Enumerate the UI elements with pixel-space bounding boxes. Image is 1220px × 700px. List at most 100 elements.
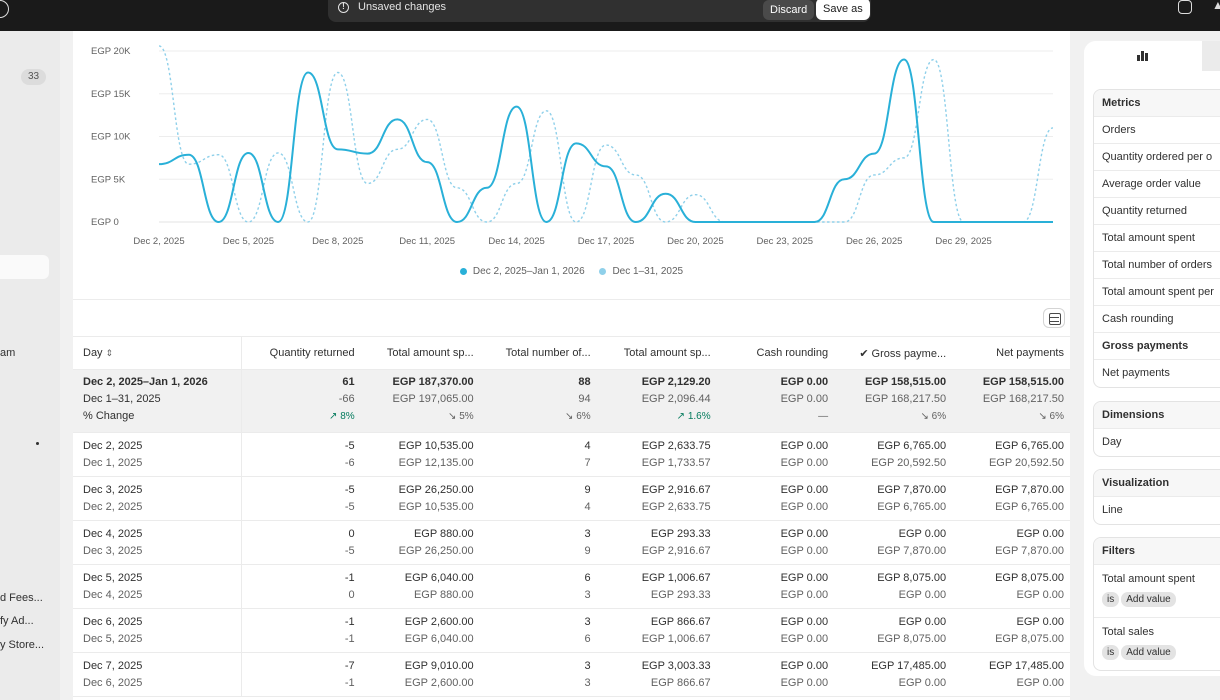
current-value: EGP 6,040.00: [404, 572, 474, 584]
current-value: EGP 8,075.00: [877, 572, 947, 584]
filter-name[interactable]: Total sales: [1102, 624, 1220, 640]
cell-total-number-orders: 63: [479, 564, 597, 609]
sidebar-item-ads[interactable]: fy Ad...: [0, 615, 34, 627]
current-value: EGP 17,485.00: [988, 660, 1064, 672]
previous-value: EGP 0.00: [780, 501, 829, 513]
metric-item[interactable]: Cash rounding: [1094, 306, 1220, 333]
metric-item[interactable]: Net payments: [1094, 360, 1220, 387]
store-logo-icon[interactable]: [0, 0, 9, 18]
metric-item[interactable]: Quantity returned: [1094, 198, 1220, 225]
previous-value: 4: [584, 501, 591, 513]
account-avatar-icon[interactable]: [1178, 0, 1192, 14]
cell-total-amount-spent-per: EGP 2,633.75 EGP 1,733.57: [596, 432, 717, 477]
cell-net-payments: EGP 17,485.00 EGP 0.00: [952, 652, 1070, 697]
cell-quantity-returned: -1 -1: [241, 608, 361, 653]
table-row[interactable]: Dec 7, 2025 Dec 6, 2025 -7 -1 EGP 9,010.00 EG…: [73, 652, 1070, 697]
current-value: EGP 6,765.00: [995, 440, 1064, 452]
current-value: -5: [344, 440, 355, 452]
add-value-button[interactable]: Add value: [1121, 592, 1176, 607]
cell-net-payments: EGP 8,075.00 EGP 0.00: [952, 564, 1070, 609]
table-row[interactable]: Dec 5, 2025 Dec 4, 2025 -1 0 EGP 6,040.00 EGP…: [73, 564, 1070, 609]
column-header-cash-rounding[interactable]: Cash rounding: [716, 336, 835, 370]
summary-cell-net-payments: EGP 158,515.00 EGP 168,217.50 ↘ 6%: [952, 369, 1070, 433]
previous-value: -5: [344, 501, 355, 513]
cell-net-payments: EGP 7,870.00 EGP 6,765.00: [952, 476, 1070, 521]
current-value: Dec 3, 2025: [83, 484, 143, 496]
previous-value: EGP 866.67: [650, 677, 711, 689]
cell-net-payments: EGP 0.00 EGP 8,075.00: [952, 608, 1070, 653]
cell-quantity-returned: -1 0: [241, 564, 361, 609]
visualization-title: Visualization: [1094, 470, 1220, 497]
x-tick-label: Dec 14, 2025: [488, 236, 545, 247]
metric-item[interactable]: Total amount spent per: [1094, 279, 1220, 306]
dimension-item-day[interactable]: Day: [1094, 429, 1220, 456]
filter-name[interactable]: Total amount spent: [1102, 571, 1220, 587]
metric-item[interactable]: Quantity ordered per o: [1094, 144, 1220, 171]
cell-total-amount-spent: EGP 9,010.00 EGP 2,600.00: [360, 652, 480, 697]
summary-cell-quantity-returned: 61 -66 ↗ 8%: [241, 369, 361, 433]
legend-item-current[interactable]: Dec 2, 2025–Jan 1, 2026: [459, 266, 585, 277]
table-row[interactable]: Dec 4, 2025 Dec 3, 2025 0 -5 EGP 880.00 EGP 2…: [73, 520, 1070, 565]
sidebar-item-analytics[interactable]: [0, 255, 49, 279]
filter-item: Total sales is Add value: [1094, 618, 1220, 670]
current-value: EGP 8,075.00: [995, 572, 1064, 584]
previous-value: -6: [344, 457, 355, 469]
current-value: EGP 0.00: [1016, 616, 1065, 628]
visualization-type-select[interactable]: Line: [1094, 497, 1220, 524]
previous-value: 6: [584, 633, 591, 645]
table-row[interactable]: Dec 6, 2025 Dec 5, 2025 -1 -1 EGP 2,600.00 EG…: [73, 608, 1070, 653]
column-header-day[interactable]: Day ⇕: [73, 336, 243, 370]
cell-net-payments: EGP 0.00 EGP 7,870.00: [952, 520, 1070, 565]
cell-total-amount-spent-per: EGP 3,003.33 EGP 866.67: [596, 652, 717, 697]
column-header-gross-payments[interactable]: ✔ Gross payme...: [834, 336, 953, 370]
current-value: EGP 7,870.00: [877, 484, 947, 496]
table-view-toggle-icon[interactable]: [1043, 308, 1065, 328]
legend-item-previous[interactable]: Dec 1–31, 2025: [599, 266, 683, 277]
summary-cell: Dec 2, 2025–Jan 1, 2026 Dec 1–31, 2025 %…: [73, 369, 243, 433]
tab-settings[interactable]: [1202, 41, 1220, 71]
x-tick-label: Dec 23, 2025: [757, 236, 814, 247]
summary-cell-total-amount-spent: EGP 187,370.00 EGP 197,065.00 ↘ 5%: [360, 369, 480, 433]
cell-cash-rounding: EGP 0.00 EGP 0.00: [716, 520, 835, 565]
current-value: EGP 2,916.67: [641, 484, 711, 496]
filter-operator-chip[interactable]: is: [1102, 592, 1120, 607]
save-as-button[interactable]: Save as: [816, 0, 870, 20]
tab-visualization[interactable]: [1084, 41, 1202, 71]
x-tick-label: Dec 5, 2025: [223, 236, 274, 247]
metric-item[interactable]: Gross payments: [1094, 333, 1220, 360]
summary-previous-value: EGP 0.00: [780, 393, 829, 405]
cell-gross-payments: EGP 7,870.00 EGP 6,765.00: [834, 476, 953, 521]
discard-button[interactable]: Discard: [763, 0, 815, 20]
column-header-quantity-returned[interactable]: Quantity returned: [241, 336, 361, 370]
sidebar-item-team[interactable]: am: [0, 347, 15, 359]
current-value: -1: [344, 616, 355, 628]
metric-item[interactable]: Total number of orders: [1094, 252, 1220, 279]
metric-item[interactable]: Orders: [1094, 117, 1220, 144]
sidebar-item-fees[interactable]: d Fees...: [0, 592, 43, 604]
table-row[interactable]: Dec 2, 2025 Dec 1, 2025 -5 -6 EGP 10,535.00 E…: [73, 432, 1070, 477]
previous-value: Dec 3, 2025: [83, 545, 143, 557]
sidebar-item-store[interactable]: y Store...: [0, 639, 44, 651]
report-settings-panel: Metrics Orders Quantity ordered per o Aver…: [1084, 41, 1220, 676]
cell-cash-rounding: EGP 0.00 EGP 0.00: [716, 476, 835, 521]
cell-quantity-returned: -7 -1: [241, 652, 361, 697]
y-tick-label: EGP 0: [91, 217, 119, 228]
previous-value: EGP 20,592.50: [988, 457, 1064, 469]
current-value: EGP 2,600.00: [404, 616, 474, 628]
column-header-total-number-orders[interactable]: Total number of...: [479, 336, 597, 370]
add-value-button[interactable]: Add value: [1121, 645, 1176, 660]
summary-value: 61: [342, 376, 355, 388]
column-header-total-amount-spent-per[interactable]: Total amount sp...: [596, 336, 717, 370]
metric-item[interactable]: Average order value: [1094, 171, 1220, 198]
metric-item[interactable]: Total amount spent: [1094, 225, 1220, 252]
dimensions-group: Dimensions Day: [1093, 401, 1220, 457]
y-tick-label: EGP 5K: [91, 174, 126, 185]
notifications-icon[interactable]: ▲: [1212, 0, 1220, 12]
column-header-total-amount-spent[interactable]: Total amount sp...: [360, 336, 480, 370]
metrics-group: Metrics Orders Quantity ordered per o Aver…: [1093, 89, 1220, 388]
filter-operator-chip[interactable]: is: [1102, 645, 1120, 660]
column-header-net-payments[interactable]: Net payments: [952, 336, 1070, 370]
cell-total-amount-spent: EGP 2,600.00 EGP 6,040.00: [360, 608, 480, 653]
table-row[interactable]: Dec 3, 2025 Dec 2, 2025 -5 -5 EGP 26,250.00 E…: [73, 476, 1070, 521]
sort-icon[interactable]: ⇕: [106, 348, 114, 359]
